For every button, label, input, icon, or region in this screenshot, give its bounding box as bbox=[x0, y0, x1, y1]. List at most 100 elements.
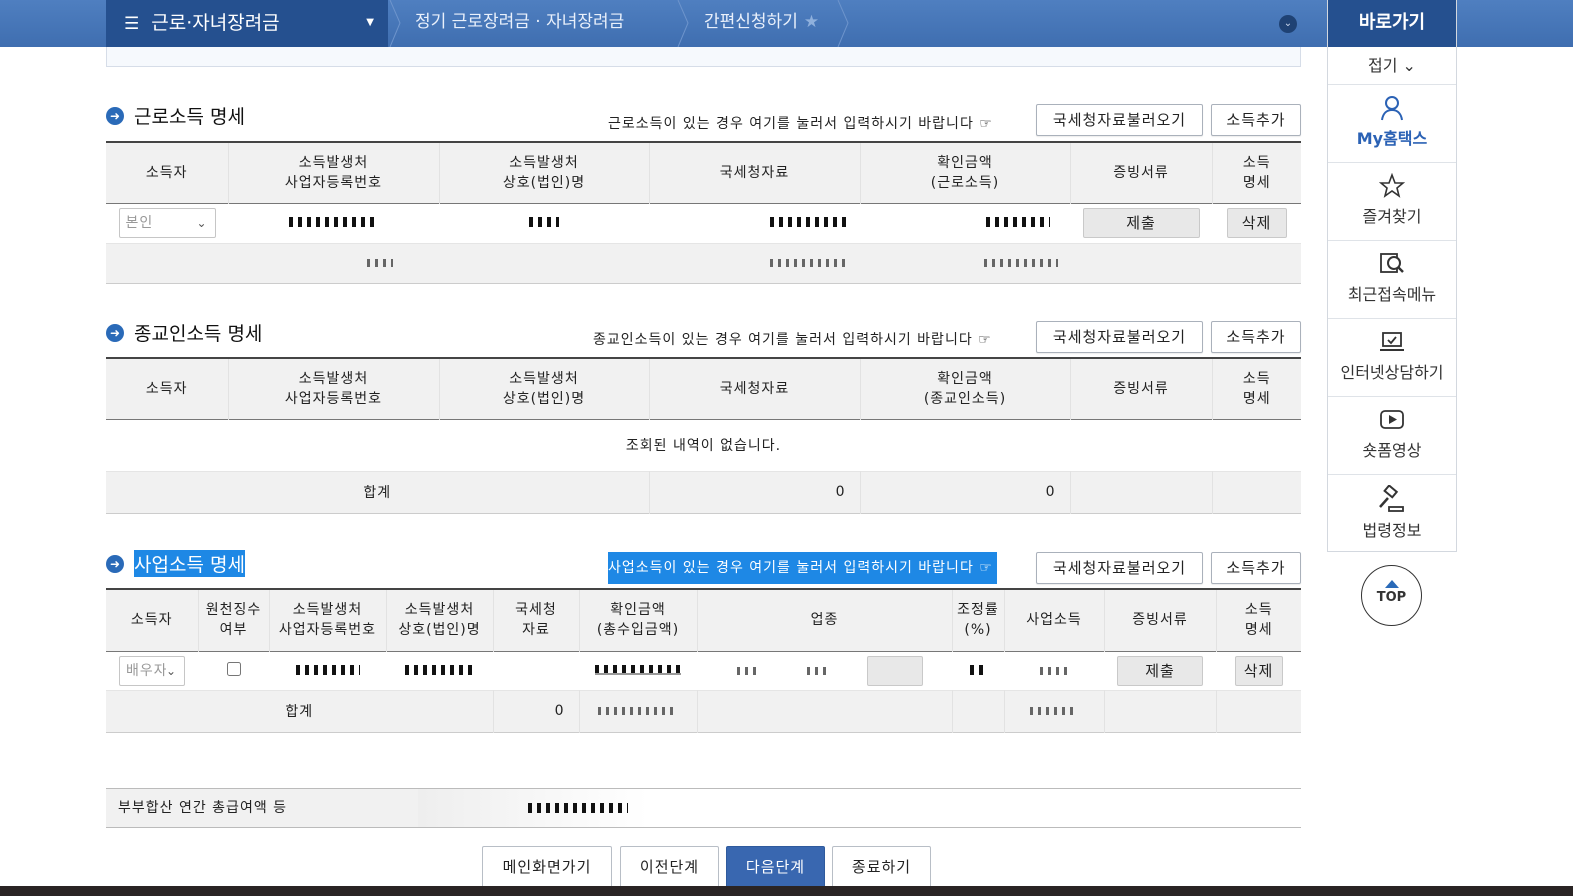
masked-cell bbox=[649, 243, 860, 283]
close-button[interactable]: 종료하기 bbox=[832, 846, 931, 888]
top-label: TOP bbox=[1376, 590, 1407, 605]
confirm-amount-input[interactable] bbox=[595, 664, 681, 675]
section-title-text: 종교인소득 명세 bbox=[134, 323, 263, 345]
sum-row bbox=[106, 243, 1301, 283]
couple-total-row: 부부합산 연간 총급여액 등 bbox=[106, 788, 1301, 828]
sidebar-item-label: 법령정보 bbox=[1362, 521, 1422, 540]
breadcrumb-item-2[interactable]: 간편신청하기 ★ bbox=[704, 0, 819, 47]
column-header: 소득발생처 상호(법인)명 bbox=[386, 589, 494, 651]
masked-value bbox=[1040, 666, 1068, 675]
proof-cell: 제출 bbox=[1104, 651, 1216, 690]
earned-income-hint-link[interactable]: 근로소득이 있는 경우 여기를 눌러서 입력하시기 바랍니다 ☞ bbox=[608, 113, 993, 133]
quick-sidebar: 바로가기 접기 ⌄ My홈택스 즐겨찾기 최근접속메뉴 인터넷상담하기 숏폼영상… bbox=[1327, 0, 1457, 552]
sum-cell bbox=[1070, 471, 1213, 513]
arrow-right-circle-icon: ➜ bbox=[106, 323, 124, 342]
sum-cell bbox=[106, 243, 228, 283]
sum-cell bbox=[697, 690, 953, 732]
empty-message: 조회된 내역이 없습니다. bbox=[625, 438, 782, 454]
arrow-right-circle-icon: ➜ bbox=[106, 554, 124, 573]
section-title-earned-income: ➜ 근로소득 명세 bbox=[106, 102, 245, 129]
masked-value bbox=[288, 217, 379, 227]
sidebar-item-my-hometax[interactable]: My홈택스 bbox=[1328, 85, 1456, 163]
column-header: 증빙서류 bbox=[1104, 589, 1217, 651]
earner-select[interactable]: 본인 ⌄ bbox=[118, 208, 216, 238]
masked-value bbox=[598, 707, 678, 715]
masked-value bbox=[970, 664, 986, 675]
masked-value bbox=[295, 664, 360, 675]
add-income-button[interactable]: 소득추가 bbox=[1211, 321, 1301, 353]
fold-label: 접기 bbox=[1368, 56, 1398, 75]
add-income-button[interactable]: 소득추가 bbox=[1211, 104, 1301, 136]
sidebar-item-label: My홈택스 bbox=[1356, 129, 1428, 148]
column-header: 확인금액 (종교인소득) bbox=[860, 358, 1071, 419]
sidebar-item-online-consult[interactable]: 인터넷상담하기 bbox=[1328, 319, 1456, 397]
load-nts-data-button[interactable]: 국세청자료불러오기 bbox=[1036, 552, 1203, 584]
breadcrumb-separator-icon bbox=[837, 0, 849, 47]
add-income-button[interactable]: 소득추가 bbox=[1211, 552, 1301, 584]
sidebar-item-favorites[interactable]: 즐겨찾기 bbox=[1328, 163, 1456, 241]
column-header: 증빙서류 bbox=[1070, 358, 1213, 419]
masked-value bbox=[529, 217, 559, 227]
next-step-button[interactable]: 다음단계 bbox=[726, 846, 825, 888]
laptop-check-icon bbox=[1380, 332, 1404, 351]
sidebar-title: 바로가기 bbox=[1328, 0, 1456, 47]
sidebar-item-shortform-video[interactable]: 숏폼영상 bbox=[1328, 397, 1456, 475]
menu-dropdown[interactable]: ☰ 근로·자녀장려금 ▼ bbox=[106, 0, 388, 47]
breadcrumb-item-2-label: 간편신청하기 bbox=[704, 12, 798, 32]
load-nts-data-button[interactable]: 국세청자료불러오기 bbox=[1036, 321, 1203, 353]
expand-menu-icon[interactable]: ⌄ bbox=[1279, 15, 1297, 33]
main-page-button[interactable]: 메인화면가기 bbox=[482, 846, 612, 888]
religious-income-hint-link[interactable]: 종교인소득이 있는 경우 여기를 눌러서 입력하시기 바랍니다 ☞ bbox=[593, 329, 992, 349]
masked-value bbox=[986, 217, 1050, 227]
couple-total-label: 부부합산 연간 총급여액 등 bbox=[106, 789, 418, 827]
chevron-down-icon: ⌄ bbox=[1397, 56, 1416, 75]
delete-button[interactable]: 삭제 bbox=[1226, 208, 1287, 238]
withholding-checkbox[interactable] bbox=[226, 661, 241, 676]
delete-button[interactable]: 삭제 bbox=[1234, 655, 1283, 686]
delete-cell: 삭제 bbox=[1216, 651, 1301, 690]
arrow-right-circle-icon: ➜ bbox=[106, 106, 124, 125]
sum-nts-value: 0 bbox=[493, 690, 580, 732]
masked-cell bbox=[228, 243, 439, 283]
masked-value bbox=[1030, 707, 1078, 715]
sidebar-item-label: 즐겨찾기 bbox=[1362, 207, 1422, 226]
earner-select[interactable]: 배우자 ⌄ bbox=[119, 655, 185, 686]
submit-proof-button[interactable]: 제출 bbox=[1117, 655, 1203, 686]
star-icon[interactable]: ★ bbox=[804, 12, 819, 32]
breadcrumb-item-1[interactable]: 정기 근로장려금 · 자녀장려금 bbox=[415, 0, 624, 47]
column-header: 사업소득 bbox=[1004, 589, 1105, 651]
star-outline-icon bbox=[1379, 173, 1405, 198]
column-header: 증빙서류 bbox=[1070, 142, 1213, 203]
masked-cell bbox=[1004, 651, 1104, 690]
load-nts-data-button[interactable]: 국세청자료불러오기 bbox=[1036, 104, 1203, 136]
sidebar-item-recent-menu[interactable]: 최근접속메뉴 bbox=[1328, 241, 1456, 319]
section-title-religious-income: ➜ 종교인소득 명세 bbox=[106, 319, 262, 346]
withholding-cell bbox=[198, 651, 269, 690]
couple-total-value bbox=[418, 789, 648, 827]
fold-button[interactable]: 접기 ⌄ bbox=[1328, 47, 1456, 85]
column-header: 소득발생처 사업자등록번호 bbox=[269, 589, 387, 651]
gavel-icon bbox=[1379, 485, 1404, 512]
sidebar-item-law-info[interactable]: 법령정보 bbox=[1328, 475, 1456, 553]
column-header: 소득자 bbox=[106, 142, 229, 203]
column-header: 국세청자료 bbox=[649, 358, 861, 419]
section-title-text: 사업소득 명세 bbox=[134, 550, 245, 577]
column-header: 원천징수 여부 bbox=[198, 589, 270, 651]
play-video-icon bbox=[1380, 410, 1404, 429]
industry-search-button[interactable] bbox=[867, 655, 923, 686]
previous-step-button[interactable]: 이전단계 bbox=[620, 846, 719, 888]
column-header: 소득발생처 상호(법인)명 bbox=[439, 142, 650, 203]
scroll-top-button[interactable]: TOP bbox=[1361, 565, 1422, 626]
column-header: 업종 bbox=[697, 589, 953, 651]
industry-cell bbox=[697, 651, 952, 690]
column-header: 확인금액 (총수입금액) bbox=[579, 589, 698, 651]
submit-proof-button[interactable]: 제출 bbox=[1082, 208, 1200, 238]
masked-value bbox=[770, 259, 850, 267]
sum-row: 합계 0 bbox=[106, 690, 1301, 732]
section-title-business-income: ➜ 사업소득 명세 bbox=[106, 550, 245, 577]
content-top-strip bbox=[106, 47, 1301, 67]
sidebar-item-label: 최근접속메뉴 bbox=[1347, 285, 1437, 304]
chevron-down-icon: ⌄ bbox=[196, 216, 208, 230]
business-income-hint-link[interactable]: 사업소득이 있는 경우 여기를 눌러서 입력하시기 바랍니다 ☞ bbox=[608, 552, 997, 584]
masked-cell bbox=[649, 203, 860, 243]
